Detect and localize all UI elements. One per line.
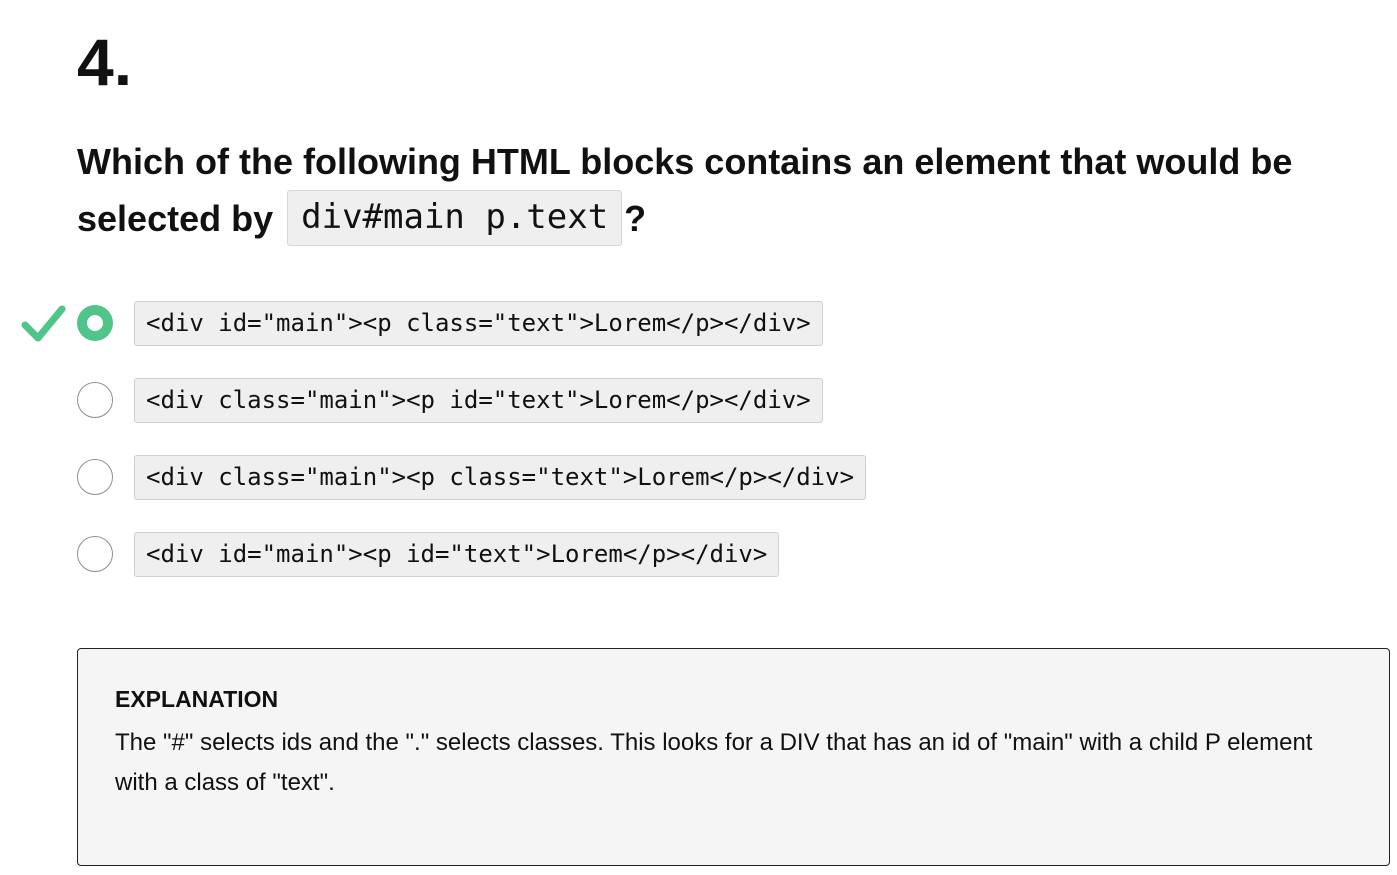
answer-option-4[interactable]: <div id="main"><p id="text">Lorem</p></d…	[0, 532, 1397, 577]
answer-code[interactable]: <div id="main"><p class="text">Lorem</p>…	[134, 301, 823, 346]
question-text: Which of the following HTML blocks conta…	[77, 133, 1377, 249]
check-icon	[21, 305, 66, 342]
answer-option-1[interactable]: <div id="main"><p class="text">Lorem</p>…	[0, 301, 1397, 346]
question-selector-code: div#main p.text	[287, 190, 623, 247]
quiz-question-page: 4. Which of the following HTML blocks co…	[0, 0, 1397, 875]
answer-options: <div id="main"><p class="text">Lorem</p>…	[0, 301, 1397, 609]
answer-code[interactable]: <div class="main"><p id="text">Lorem</p>…	[134, 378, 823, 423]
question-prompt: Which of the following HTML blocks conta…	[77, 141, 1293, 239]
radio-button[interactable]	[77, 536, 113, 572]
question-mark: ?	[624, 198, 647, 239]
answer-code[interactable]: <div class="main"><p class="text">Lorem<…	[134, 455, 867, 500]
radio-button[interactable]	[77, 382, 113, 418]
explanation-heading: EXPLANATION	[115, 686, 279, 712]
radio-button[interactable]	[77, 459, 113, 495]
radio-button-selected[interactable]	[77, 305, 113, 341]
explanation-text: The "#" selects ids and the "." selects …	[115, 729, 1313, 796]
answer-option-2[interactable]: <div class="main"><p id="text">Lorem</p>…	[0, 378, 1397, 423]
answer-code[interactable]: <div id="main"><p id="text">Lorem</p></d…	[134, 532, 780, 577]
explanation-box: EXPLANATION The "#" selects ids and the …	[77, 648, 1390, 866]
question-number: 4.	[77, 25, 133, 99]
answer-option-3[interactable]: <div class="main"><p class="text">Lorem<…	[0, 455, 1397, 500]
